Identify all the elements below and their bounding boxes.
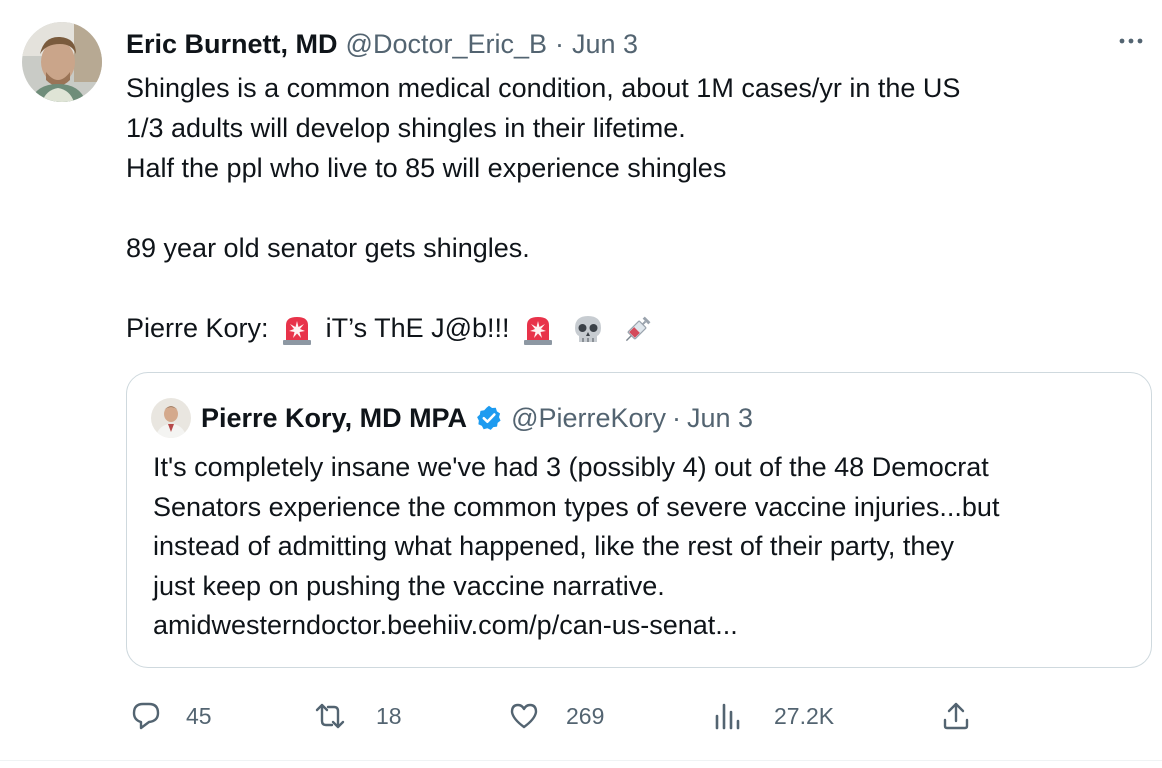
quoted-tweet-header: Pierre Kory, MD MPA @PierreKory · Jun 3 <box>201 399 753 437</box>
views-button[interactable]: 27.2K <box>712 694 834 738</box>
tweet-text: Shingles is a common medical condition, … <box>126 68 1136 348</box>
tweet-text-middle: iT’s ThE J@b!!! <box>325 313 510 343</box>
more-options-button[interactable] <box>1116 26 1146 56</box>
quoted-author-avatar[interactable] <box>151 398 191 438</box>
quoted-text-line: Senators experience the common types of … <box>153 491 1000 522</box>
retweet-button[interactable]: 18 <box>314 694 402 738</box>
verified-badge-icon <box>475 404 503 432</box>
quoted-text-line: instead of admitting what happened, like… <box>153 531 954 561</box>
view-count: 27.2K <box>774 702 835 729</box>
like-button[interactable]: 269 <box>508 694 604 738</box>
tweet-text-line: Half the ppl who live to 85 will experie… <box>126 153 727 183</box>
share-button[interactable] <box>940 694 972 738</box>
quoted-author-handle[interactable]: @PierreKory <box>511 403 666 434</box>
tweet-header: Eric Burnett, MD @Doctor_Eric_B · Jun 3 <box>126 26 638 62</box>
author-handle[interactable]: @Doctor_Eric_B <box>346 29 547 60</box>
bottom-divider <box>0 760 1162 761</box>
tweet-text-line: Shingles is a common medical condition, … <box>126 73 961 103</box>
retweet-count: 18 <box>376 702 402 729</box>
reply-icon <box>132 702 160 730</box>
tweet-text-prefix: Pierre Kory: <box>126 313 269 343</box>
tweet-actions: 45 18 269 27.2K <box>126 694 1136 738</box>
syringe-icon <box>620 313 654 347</box>
like-count: 269 <box>566 702 605 729</box>
skull-icon <box>571 313 605 347</box>
quoted-text-line: It's completely insane we've had 3 (poss… <box>153 452 989 482</box>
retweet-icon <box>315 703 345 729</box>
more-horizontal-icon <box>1119 38 1143 44</box>
rotating-light-icon <box>280 313 314 347</box>
tweet-text-line: 89 year old senator gets shingles. <box>126 233 530 263</box>
tweet-text-last-line: Pierre Kory: iT’s ThE J@b!!! <box>126 308 1136 348</box>
author-display-name[interactable]: Eric Burnett, MD <box>126 29 338 60</box>
quoted-tweet-text: It's completely insane we've had 3 (poss… <box>153 447 1133 645</box>
quoted-link[interactable]: amidwesterndoctor.beehiiv.com/p/can-us-s… <box>153 605 1133 645</box>
reply-button[interactable]: 45 <box>130 694 212 738</box>
header-separator: · <box>555 28 565 59</box>
like-icon <box>510 703 538 729</box>
tweet-text-line: 1/3 adults will develop shingles in thei… <box>126 113 686 143</box>
quoted-author-display-name[interactable]: Pierre Kory, MD MPA <box>201 403 467 434</box>
rotating-light-icon <box>521 313 555 347</box>
quoted-tweet-card[interactable]: Pierre Kory, MD MPA @PierreKory · Jun 3 … <box>126 372 1152 668</box>
author-avatar[interactable] <box>22 22 102 102</box>
reply-count: 45 <box>186 702 212 729</box>
quoted-tweet-date[interactable]: Jun 3 <box>687 403 753 434</box>
views-icon <box>715 703 740 730</box>
quoted-header-separator: · <box>672 402 682 433</box>
tweet-date[interactable]: Jun 3 <box>572 29 638 60</box>
quoted-text-line: just keep on pushing the vaccine narrati… <box>153 570 665 601</box>
tweet: Eric Burnett, MD @Doctor_Eric_B · Jun 3 … <box>0 0 1162 768</box>
share-icon <box>943 702 969 730</box>
